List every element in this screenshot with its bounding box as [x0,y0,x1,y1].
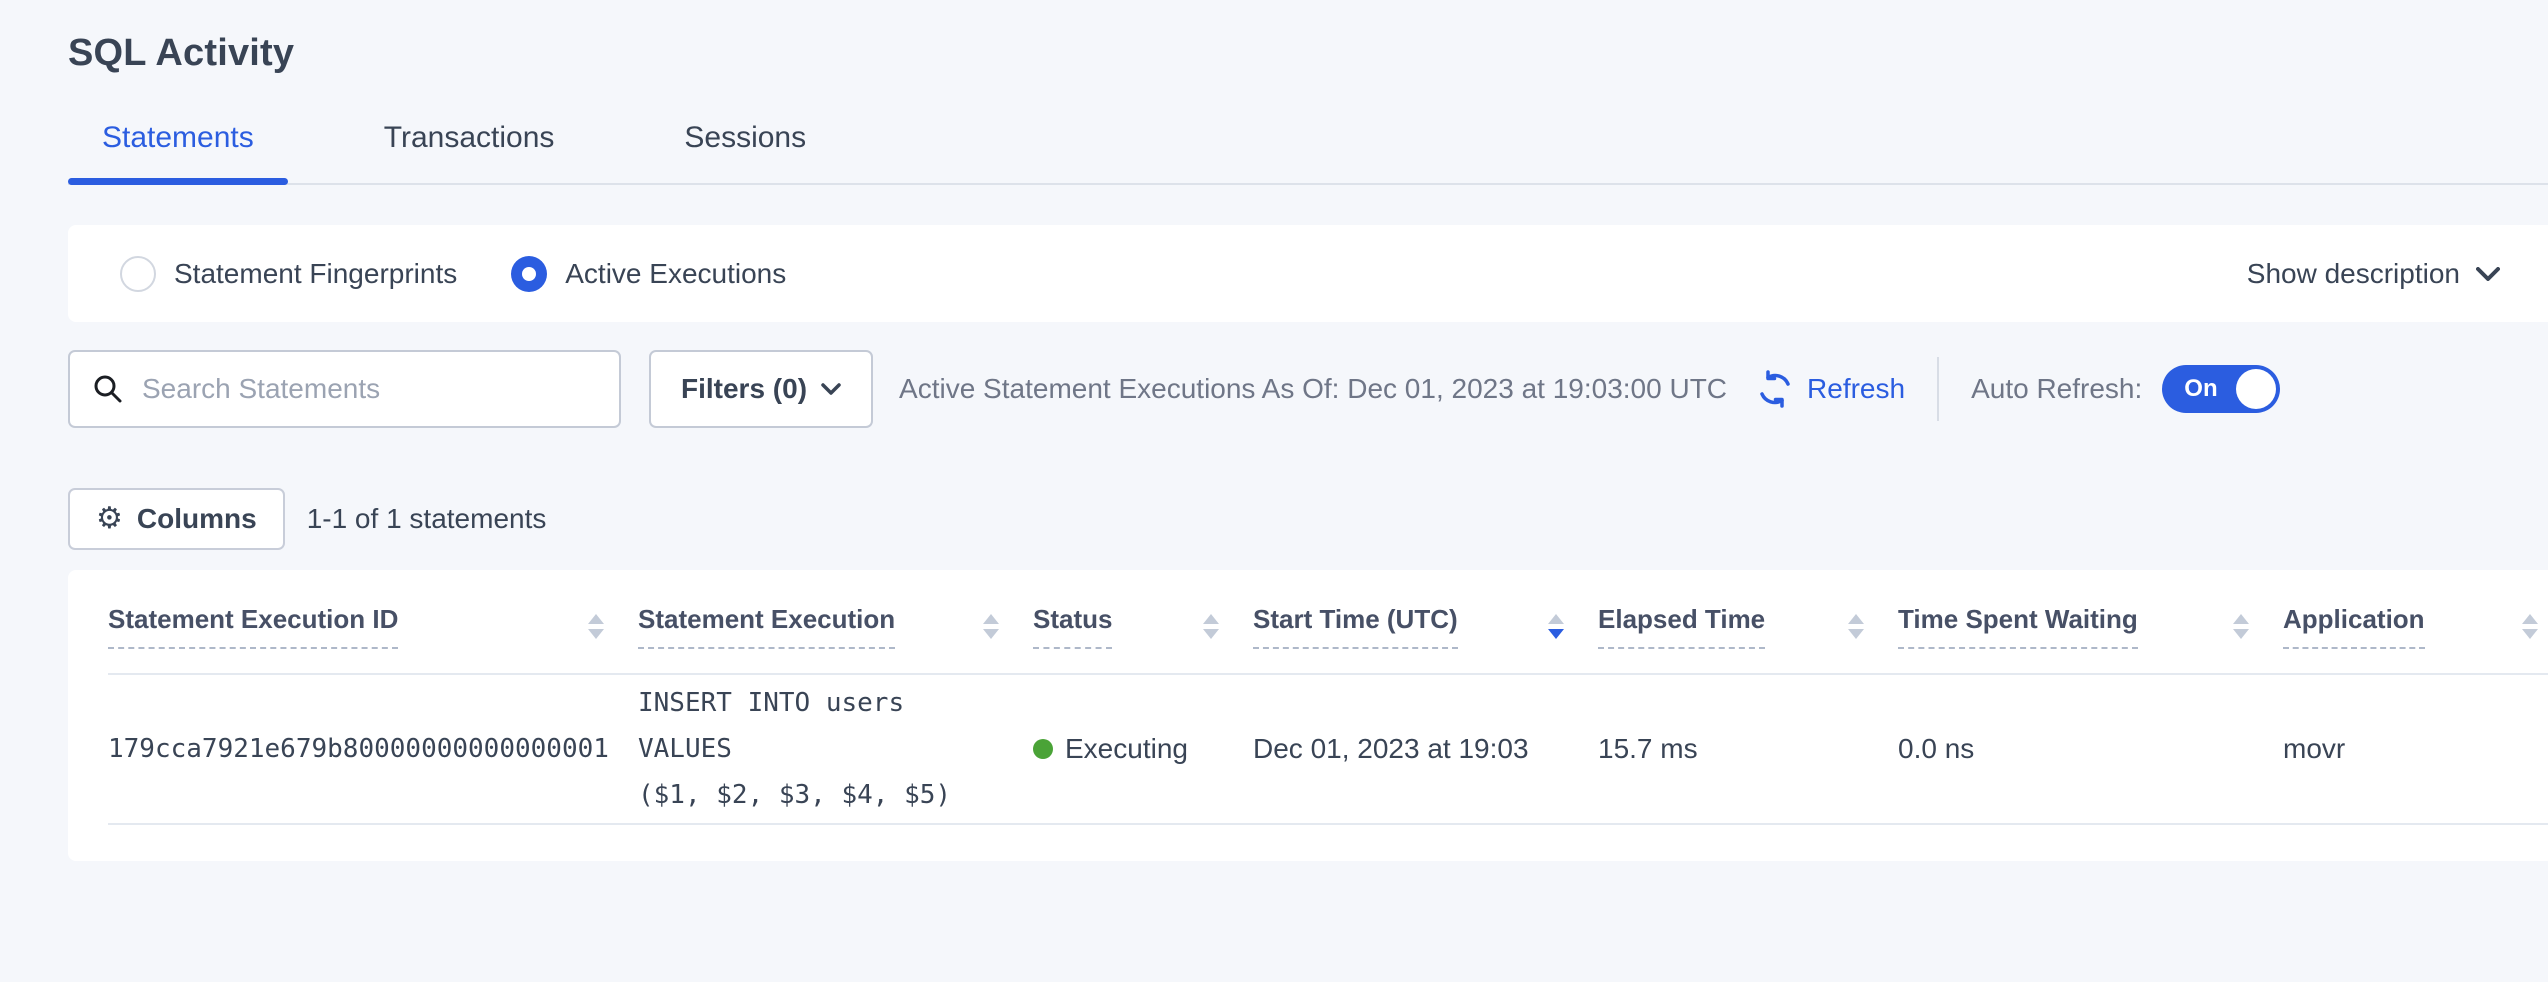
controls-row: Filters (0) Active Statement Executions … [68,350,2548,428]
refresh-icon[interactable] [1755,369,1795,409]
col-header-elapsed-time[interactable]: Elapsed Time [1598,570,1898,674]
columns-label[interactable]: Columns [137,503,257,535]
cell-start-time: Dec 01, 2023 at 19:03 [1253,674,1598,824]
auto-refresh-toggle[interactable]: On [2162,365,2280,413]
radio-active-executions[interactable]: Active Executions [511,256,786,292]
tab-statements[interactable]: Statements [68,121,288,183]
col-header-application[interactable]: Application [2283,570,2548,674]
status-label: Executing [1065,733,1188,765]
tab-transactions[interactable]: Transactions [350,121,589,183]
sort-icon[interactable] [1203,614,1219,639]
table-row[interactable]: 179cca7921e679b80000000000000001 INSERT … [108,674,2548,824]
col-header-start-time[interactable]: Start Time (UTC) [1253,570,1598,674]
show-description-label[interactable]: Show description [2247,258,2460,290]
radio-label[interactable]: Active Executions [565,258,786,290]
chevron-down-icon [2476,267,2500,281]
tab-sessions[interactable]: Sessions [650,121,840,183]
sort-icon[interactable] [983,614,999,639]
view-mode-card: Statement Fingerprints Active Executions… [68,225,2548,322]
sort-icon[interactable] [1848,614,1864,639]
gear-icon: ⚙ [96,504,123,534]
toggle-state-label[interactable]: On [2184,375,2217,403]
cell-statement: INSERT INTO users VALUES ($1, $2, $3, $4… [638,674,1033,824]
radio-unselected-icon[interactable] [120,256,156,292]
filters-label[interactable]: Filters (0) [681,373,807,405]
col-header-statement-execution[interactable]: Statement Execution [638,570,1033,674]
columns-button[interactable]: ⚙ Columns [68,488,285,550]
table-header-row: Statement Execution ID Statement Executi… [108,570,2548,674]
toggle-knob[interactable] [2236,369,2276,409]
auto-refresh-label: Auto Refresh: [1971,373,2142,405]
refresh-button[interactable]: Refresh [1755,369,1905,409]
cell-status: Executing [1033,674,1253,824]
sort-icon[interactable] [588,614,604,639]
cell-elapsed-time: 15.7 ms [1598,674,1898,824]
cell-execution-id[interactable]: 179cca7921e679b80000000000000001 [108,674,638,824]
tab-bar: Statements Transactions Sessions [68,121,2548,185]
refresh-label[interactable]: Refresh [1807,373,1905,405]
radio-selected-icon[interactable] [511,256,547,292]
sql-activity-page: SQL Activity Statements Transactions Ses… [0,0,2548,982]
result-count: 1-1 of 1 statements [307,503,547,535]
search-box[interactable] [68,350,621,428]
cell-time-spent-waiting: 0.0 ns [1898,674,2283,824]
sort-icon[interactable] [2233,614,2249,639]
chevron-down-icon [821,383,841,395]
statements-table: Statement Execution ID Statement Executi… [108,570,2548,825]
show-description-button[interactable]: Show description [2247,258,2500,290]
as-of-timestamp: Active Statement Executions As Of: Dec 0… [899,373,1727,405]
col-header-statement-execution-id[interactable]: Statement Execution ID [108,570,638,674]
table-toolbar: ⚙ Columns 1-1 of 1 statements [68,488,2548,550]
vertical-divider [1937,357,1939,421]
page-title: SQL Activity [68,0,2548,75]
search-icon [92,373,124,405]
col-header-status[interactable]: Status [1033,570,1253,674]
sort-icon-active-desc[interactable] [1548,614,1564,639]
cell-application: movr [2283,674,2548,824]
status-executing-dot-icon [1033,739,1053,759]
statements-table-card: Statement Execution ID Statement Executi… [68,570,2548,861]
sort-icon[interactable] [2522,614,2538,639]
col-header-time-spent-waiting[interactable]: Time Spent Waiting [1898,570,2283,674]
radio-statement-fingerprints[interactable]: Statement Fingerprints [120,256,457,292]
radio-label[interactable]: Statement Fingerprints [174,258,457,290]
search-input[interactable] [142,373,597,405]
filters-button[interactable]: Filters (0) [649,350,873,428]
